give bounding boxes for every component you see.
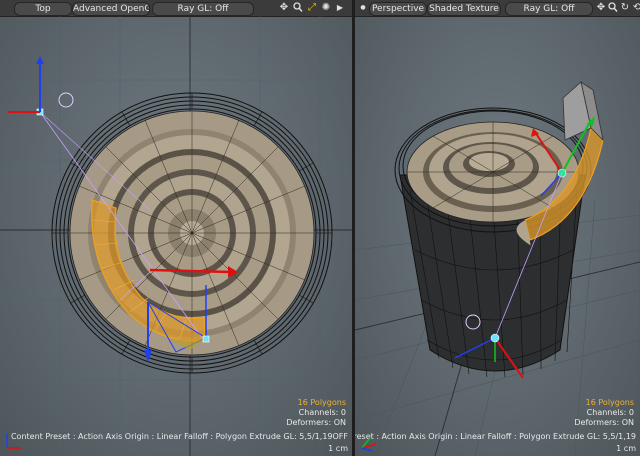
top-viewport[interactable]: Top Advanced OpenGL Ray GL: Off ✥ ⤢ ✺ ▶: [0, 0, 352, 456]
polygon-count: 16 Polygons: [297, 398, 346, 407]
reset-icon[interactable]: ⟲: [631, 1, 640, 15]
view-type-tab-perspective[interactable]: Perspective: [369, 2, 427, 16]
top-viewport-canvas[interactable]: [0, 16, 352, 456]
deformers-readout-perspective: Deformers: ON: [574, 418, 634, 427]
channels-readout-perspective: Channels: 0: [586, 408, 634, 417]
viewport-menu-dot-icon[interactable]: ●: [357, 1, 369, 15]
top-viewport-hud: 16 Polygons Channels: 0 Deformers: ON: [286, 398, 346, 428]
zoom-icon[interactable]: [607, 1, 619, 15]
view-type-tab-top[interactable]: Top: [14, 2, 72, 16]
render-mode-tab-advanced-opengl[interactable]: Advanced OpenGL: [72, 2, 150, 16]
axis-orientation-icon: [6, 434, 21, 449]
render-mode-tab-shaded-texture[interactable]: Shaded Texture: [427, 2, 501, 16]
grid-scale-readout-perspective: 1 cm: [616, 444, 636, 453]
perspective-viewport-hud: 16 Polygons Channels: 0 Deformers: ON: [574, 398, 634, 428]
modo-app: Top Advanced OpenGL Ray GL: Off ✥ ⤢ ✺ ▶: [0, 0, 640, 456]
gear-icon[interactable]: ✺: [320, 1, 332, 15]
perspective-viewport[interactable]: ● Perspective Shaded Texture Ray GL: Off…: [355, 0, 640, 456]
polygon-count-perspective: 16 Polygons: [585, 398, 634, 407]
tool-status-line: Content Preset : Action Axis Origin : Li…: [10, 432, 348, 441]
move-icon[interactable]: ✥: [595, 1, 607, 15]
channels-readout: Channels: 0: [298, 408, 346, 417]
fit-icon[interactable]: ⤢: [306, 1, 318, 15]
top-viewport-toolbar: Top Advanced OpenGL Ray GL: Off ✥ ⤢ ✺ ▶: [0, 0, 352, 17]
menu-arrow-icon[interactable]: ▶: [334, 1, 346, 15]
move-icon[interactable]: ✥: [278, 1, 290, 15]
zoom-icon[interactable]: [292, 1, 304, 15]
ray-gl-toggle[interactable]: Ray GL: Off: [152, 2, 254, 16]
grid-scale-readout: 1 cm: [328, 444, 348, 453]
tool-status-line-perspective: Content Preset : Action Axis Origin : Li…: [355, 432, 636, 441]
falloff-start-gizmo[interactable]: [8, 56, 44, 113]
perspective-viewport-toolbar: ● Perspective Shaded Texture Ray GL: Off…: [355, 0, 640, 17]
perspective-viewport-canvas[interactable]: [355, 16, 640, 456]
ray-gl-toggle-perspective[interactable]: Ray GL: Off: [505, 2, 593, 16]
axis-orientation-icon-perspective: [361, 437, 377, 452]
rotate-icon[interactable]: ↻: [619, 1, 631, 15]
deformers-readout: Deformers: ON: [286, 418, 346, 427]
